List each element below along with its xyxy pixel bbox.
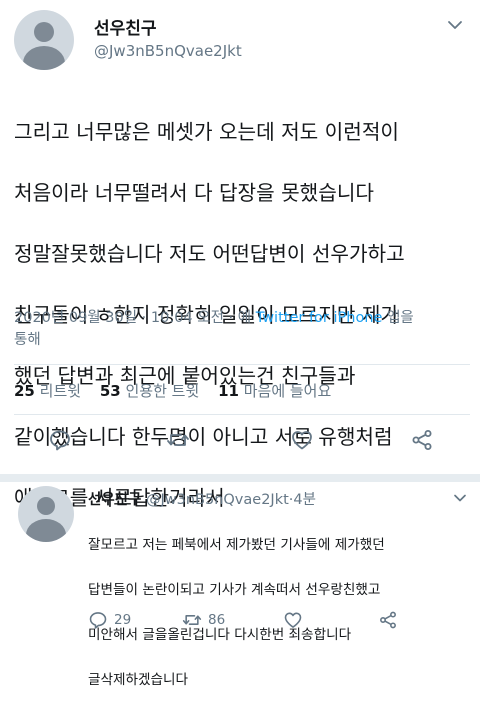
reply-handle-time[interactable]: @Jw3nB5nQvae2Jkt·4분 [141, 492, 316, 508]
source-link[interactable]: Twitter for iPhone [256, 310, 383, 326]
timestamp: 2020년 09월 30일 · 10:04 오전 · 에 [14, 310, 256, 326]
avatar-body [23, 46, 65, 70]
share-icon[interactable] [410, 428, 434, 452]
like-icon[interactable] [290, 428, 314, 452]
reply-share-button[interactable] [378, 610, 398, 630]
retweets-count: 25 [14, 382, 35, 400]
share-icon [378, 610, 398, 630]
quotes-stat[interactable]: 53 인용한 트윗 [100, 382, 199, 400]
retweets-stat[interactable]: 25 리트윗 [14, 382, 81, 400]
likes-count: 11 [218, 382, 239, 400]
chevron-down-icon[interactable] [452, 490, 468, 506]
retweets-label: 리트윗 [39, 382, 82, 400]
tweet-text-line: 그리고 너무많은 메셋가 오는데 저도 이런적이 [14, 119, 399, 144]
avatar[interactable] [14, 10, 74, 70]
display-name[interactable]: 선우친구 [94, 14, 157, 39]
tweet-text-line: 처음이라 너무떨려서 다 답장을 못했습니다 [14, 180, 374, 205]
reply-icon [88, 610, 108, 630]
user-handle[interactable]: @Jw3nB5nQvae2Jkt [94, 42, 242, 60]
retweet-icon [182, 610, 202, 630]
reply-retweet-button[interactable]: 86 [182, 610, 225, 630]
avatar-body [26, 519, 66, 542]
likes-stat[interactable]: 11 마음에 들어요 [218, 382, 331, 400]
likes-label: 마음에 들어요 [243, 382, 332, 400]
source-suffix-2: 통해 [14, 332, 41, 348]
divider [14, 414, 470, 415]
retweet-icon[interactable] [166, 428, 190, 452]
tweet-text-line: 정말잘못했습니다 저도 어떤답변이 선우가하고 [14, 241, 405, 266]
like-icon [283, 610, 303, 630]
avatar-head [37, 497, 55, 515]
tweet-actions [0, 428, 480, 460]
reply-text-line: 글삭제하겠습니다 [88, 671, 189, 688]
tweet-header: 선우친구 @Jw3nB5nQvae2Jkt [14, 10, 474, 70]
divider [14, 364, 470, 365]
reply-count: 29 [114, 612, 132, 628]
reply-reply-button[interactable]: 29 [88, 610, 131, 630]
source-suffix: 앱을 [382, 310, 414, 326]
chevron-down-icon[interactable] [446, 16, 464, 34]
reply-icon[interactable] [48, 428, 72, 452]
tweet-stats: 25 리트윗 53 인용한 트윗 11 마음에 들어요 [14, 380, 345, 401]
reply-header: 선우친구 @Jw3nB5nQvae2Jkt·4분 [88, 488, 316, 509]
reply-display-name[interactable]: 선우친구 [88, 492, 141, 508]
reply-text-line: 잘모르고 저는 페북에서 제가봤던 기사들에 제가했던 [88, 536, 385, 553]
reply-actions: 29 86 [88, 610, 468, 632]
quotes-count: 53 [99, 382, 121, 400]
reply-avatar[interactable] [18, 486, 74, 542]
section-separator [0, 474, 480, 482]
reply-text-line: 답변들이 논란이되고 기사가 계속떠서 선우랑친했고 [88, 581, 381, 598]
tweet-meta: 2020년 09월 30일 · 10:04 오전 · 에 Twitter for… [14, 307, 470, 351]
retweet-count: 86 [208, 612, 226, 628]
avatar-head [34, 22, 54, 42]
reply-tweet[interactable]: 선우친구 @Jw3nB5nQvae2Jkt·4분 잘모르고 저는 페북에서 제가… [0, 482, 480, 688]
reply-like-button[interactable] [283, 610, 303, 630]
quotes-label: 인용한 트윗 [125, 382, 200, 400]
